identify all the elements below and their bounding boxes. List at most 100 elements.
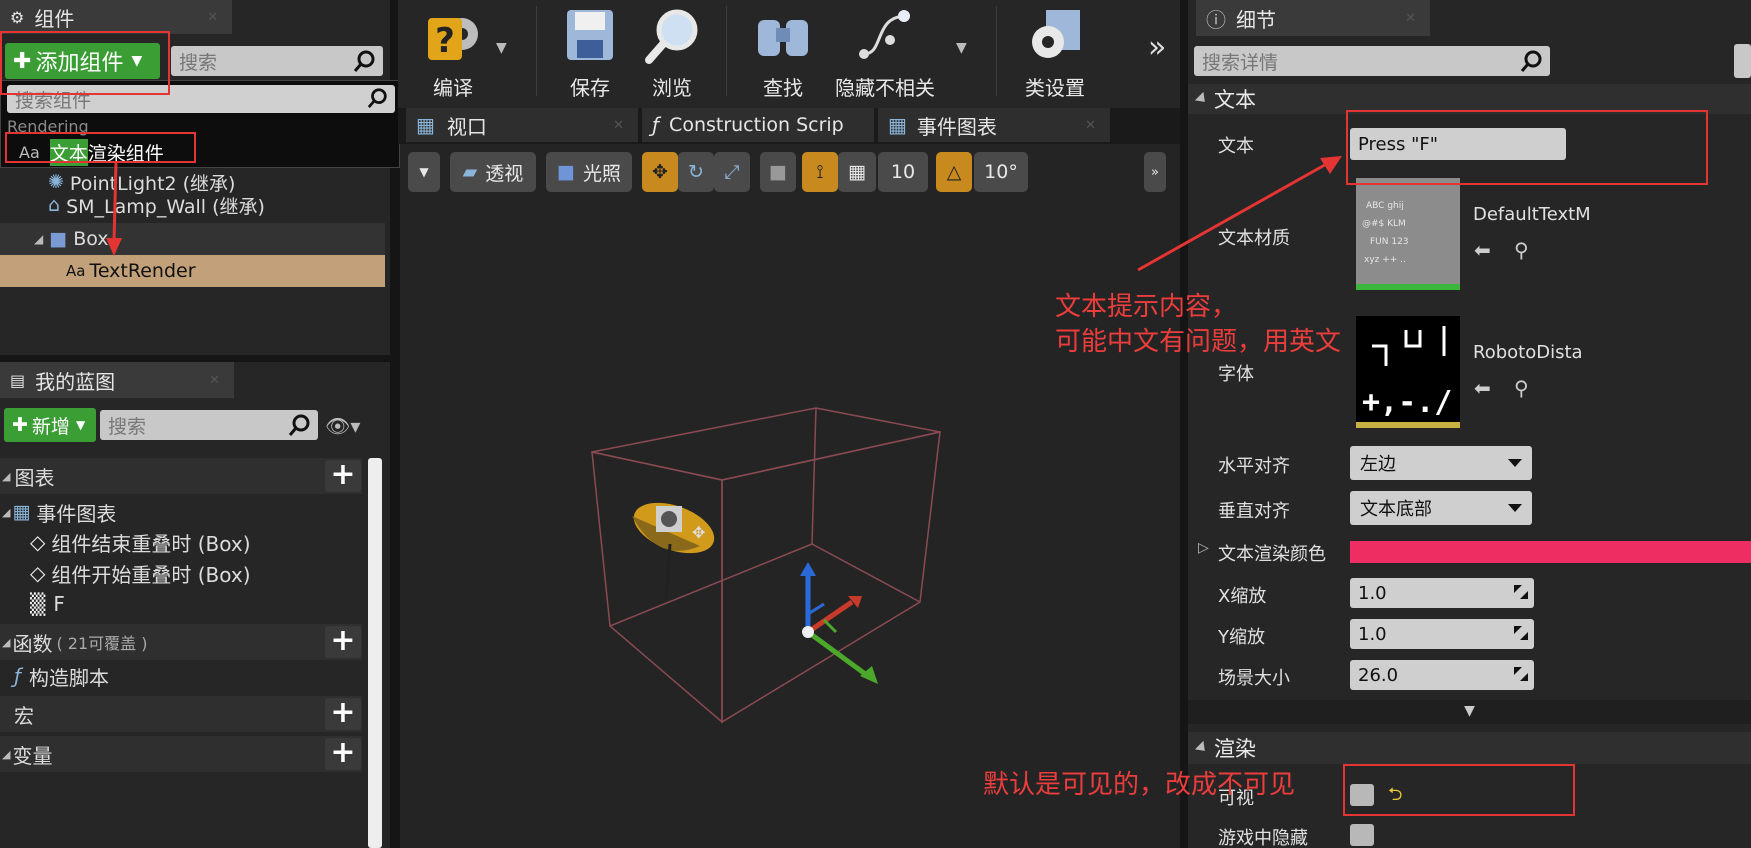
highlight-text-render-result	[5, 132, 196, 163]
annotation-text-note: 文本提示内容， 可能中文有问题，用英文	[1055, 292, 1342, 357]
x-scale-label: X缩放	[1218, 586, 1267, 607]
details-search-input[interactable]: 搜索详情	[1194, 46, 1550, 76]
expand-triangle-icon: ◢	[2, 505, 11, 519]
world-size-input[interactable]: 26.0	[1350, 660, 1534, 690]
svg-text:✥: ✥	[692, 523, 705, 542]
text-color-swatch[interactable]	[1350, 541, 1751, 563]
text-render-icon: Aa	[66, 262, 86, 280]
browse-button[interactable]: 浏览	[630, 4, 714, 101]
view-options-button[interactable]	[1734, 44, 1751, 78]
show-advanced-chevron-icon: ▼	[1464, 703, 1475, 719]
add-variable-button[interactable]: +	[325, 738, 361, 770]
close-icon[interactable]: ✕	[1085, 118, 1096, 133]
h-align-label: 水平对齐	[1218, 456, 1290, 477]
advanced-expand-bar[interactable]: ▼	[1188, 700, 1751, 724]
section-rendering[interactable]: 渲染	[1188, 732, 1751, 764]
browse-material-icon[interactable]: ⚲	[1514, 238, 1529, 262]
add-function-button[interactable]: +	[325, 626, 361, 658]
save-icon	[567, 10, 613, 60]
svg-text:+,-./: +,-./	[1362, 385, 1452, 420]
mesh-icon: ⌂	[48, 194, 61, 216]
close-icon[interactable]: ✕	[207, 10, 218, 25]
drag-value-icon[interactable]	[1514, 585, 1528, 599]
toolbar-overflow-icon[interactable]: »	[1148, 30, 1166, 65]
main-toolbar: ? 编译 ▼ 保存 浏览 查找 隐藏不相关 ▼ 类设置 »	[398, 0, 1180, 108]
box-icon: ■	[49, 228, 68, 250]
tree-item-textrender[interactable]: Aa TextRender	[0, 255, 385, 287]
hide-options-chevron-icon[interactable]: ▼	[956, 40, 967, 56]
expand-color-icon[interactable]: ▷	[1198, 540, 1209, 556]
collision-box-wireframe	[591, 407, 941, 724]
highlight-add-component	[0, 31, 170, 95]
event-item[interactable]: ◇ 组件结束重叠时 (Box)	[30, 527, 251, 557]
tab-event-graph[interactable]: ▦ 事件图表 ✕	[878, 108, 1110, 142]
font-thumbnail[interactable]: +,-./	[1356, 316, 1460, 428]
compile-button[interactable]: ? 编译	[408, 4, 498, 101]
find-button[interactable]: 查找	[738, 4, 828, 101]
v-align-dropdown[interactable]: 文本底部	[1350, 491, 1532, 525]
tree-item-lamp-wall[interactable]: ⌂ SM_Lamp_Wall (继承)	[48, 190, 265, 220]
search-icon	[353, 50, 375, 72]
plus-icon: ✚	[12, 414, 28, 436]
use-selected-arrow-icon[interactable]: ⬅	[1474, 376, 1491, 400]
new-button[interactable]: ✚ 新增 ▼	[4, 408, 96, 442]
svg-text:?: ?	[435, 21, 455, 61]
viewport-icon: ▦	[416, 113, 435, 137]
close-icon[interactable]: ✕	[613, 118, 624, 133]
transform-gizmo	[800, 562, 878, 684]
expand-triangle-icon: ◢	[2, 635, 11, 649]
hide-unrelated-icon	[859, 10, 910, 59]
v-align-label: 垂直对齐	[1218, 501, 1290, 522]
class-settings-button[interactable]: 类设置	[1010, 4, 1100, 101]
visibility-eye-icon[interactable]: 👁▾	[325, 414, 360, 438]
world-size-label: 场景大小	[1218, 668, 1290, 689]
my-blueprint-panel: ▤ 我的蓝图 ✕ ✚ 新增 ▼ 搜索 👁▾ ◢ 图表 + ◢ ▦ 事件图表 ◇ …	[0, 362, 390, 848]
text-material-value: DefaultTextM	[1473, 204, 1591, 225]
construction-script-item[interactable]: ƒ 构造脚本	[14, 661, 109, 691]
chevron-down-icon	[1508, 459, 1522, 467]
scene-3d: ✥	[591, 407, 941, 724]
use-selected-arrow-icon[interactable]: ⬅	[1474, 238, 1491, 262]
save-button[interactable]: 保存	[548, 4, 632, 101]
tab-details[interactable]: ⓘ 细节 ✕	[1196, 0, 1430, 36]
class-settings-icon	[1032, 10, 1080, 58]
event-item[interactable]: ▒ F	[30, 589, 65, 619]
hide-unrelated-button[interactable]: 隐藏不相关	[830, 4, 940, 101]
svg-text:@#$ KLM: @#$ KLM	[1362, 219, 1406, 229]
tree-item-box[interactable]: ◢ ■ Box	[0, 223, 385, 255]
tab-my-blueprint[interactable]: ▤ 我的蓝图 ✕	[0, 362, 234, 398]
search-icon	[367, 88, 387, 109]
variables-section[interactable]: ◢ 变量	[0, 736, 362, 772]
browse-font-icon[interactable]: ⚲	[1514, 376, 1529, 400]
expand-triangle-icon[interactable]: ◢	[34, 232, 43, 246]
y-scale-input[interactable]: 1.0	[1350, 619, 1534, 649]
tab-construction-script[interactable]: ƒ Construction Scrip	[642, 108, 874, 142]
book-icon: ▤	[10, 370, 26, 390]
components-search-input[interactable]: 搜索	[171, 46, 383, 76]
hidden-in-game-label: 游戏中隐藏	[1218, 828, 1308, 848]
event-diamond-icon: ◇	[30, 561, 46, 585]
event-graph-icon: ▦	[888, 113, 907, 137]
blueprint-search-input[interactable]: 搜索	[100, 410, 318, 440]
compile-options-chevron-icon[interactable]: ▼	[496, 40, 507, 56]
event-graph-item[interactable]: ◢ ▦ 事件图表	[0, 497, 116, 527]
svg-text:ABC ghij: ABC ghij	[1366, 201, 1404, 211]
event-item[interactable]: ◇ 组件开始重叠时 (Box)	[30, 558, 251, 588]
drag-value-icon[interactable]	[1514, 626, 1528, 640]
tab-components[interactable]: ⚙ 组件 ✕	[0, 0, 232, 34]
graphs-section[interactable]: ◢ 图表	[0, 458, 362, 494]
functions-section[interactable]: ◢ 函数 ( 21可覆盖 )	[0, 624, 362, 660]
viewport[interactable]: ▼ ▰ 透视 ■ 光照 ✥ ↻ ⤢ ■ ⟟ ▦ 10 △ 10° » ✥	[400, 144, 1180, 848]
drag-value-icon[interactable]	[1514, 667, 1528, 681]
close-icon[interactable]: ✕	[1405, 11, 1416, 26]
add-graph-button[interactable]: +	[325, 460, 361, 492]
hidden-in-game-checkbox[interactable]	[1350, 824, 1374, 846]
close-icon[interactable]: ✕	[209, 373, 220, 388]
text-material-thumbnail[interactable]: ABC ghij @#$ KLM FUN 123 xyz ++ ..	[1356, 178, 1460, 290]
tab-viewport[interactable]: ▦ 视口 ✕	[406, 108, 638, 142]
h-align-dropdown[interactable]: 左边	[1350, 446, 1532, 480]
add-macro-button[interactable]: +	[325, 698, 361, 730]
macros-section[interactable]: 宏	[0, 696, 362, 732]
scrollbar[interactable]	[368, 458, 382, 848]
x-scale-input[interactable]: 1.0	[1350, 578, 1534, 608]
